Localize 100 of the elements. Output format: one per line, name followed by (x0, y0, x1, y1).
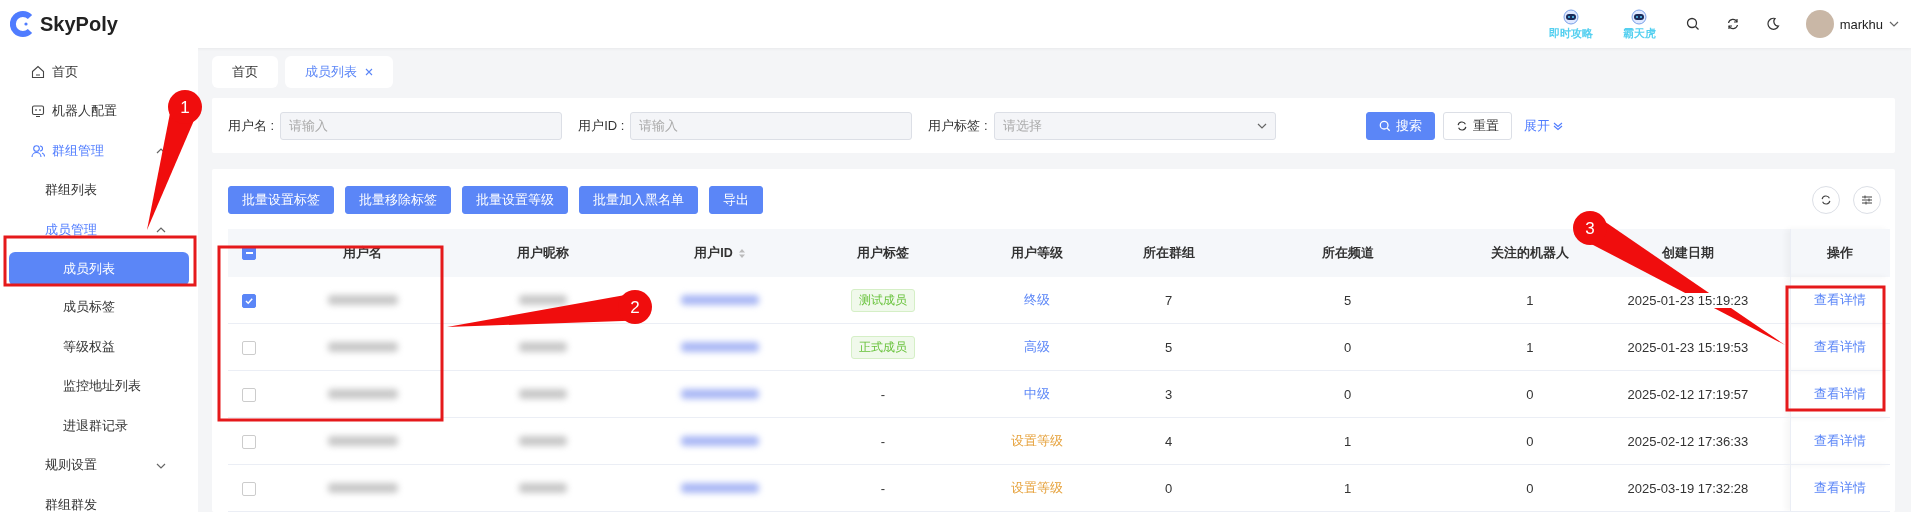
sidebar-item[interactable]: 监控地址列表 (0, 366, 198, 406)
home-icon (31, 64, 45, 79)
blurred-text (327, 294, 398, 305)
table-cell: 1 (1526, 292, 1534, 308)
sidebar-item[interactable]: 成员管理 (0, 210, 97, 250)
close-icon[interactable] (365, 68, 373, 76)
field-label: 用户名 : (228, 116, 275, 135)
user-name[interactable]: markhu (1839, 16, 1883, 32)
blurred-text (327, 435, 398, 446)
checkbox[interactable] (242, 434, 256, 449)
batch-button[interactable]: 批量移除标签 (345, 186, 451, 214)
table-cell: 0 (1344, 386, 1352, 402)
robot-icon (31, 104, 45, 119)
level-link[interactable]: 设置等级 (1010, 433, 1063, 448)
sidebar-item[interactable]: 机器人配置 (0, 91, 117, 131)
blurred-text (327, 388, 398, 399)
details-link[interactable]: 查看详情 (1814, 292, 1867, 307)
blurred-text (518, 341, 567, 352)
blurred-text (518, 482, 567, 493)
blurred-text (518, 435, 567, 446)
banner-label[interactable]: 即时攻略 (1548, 25, 1593, 41)
double-chevron-icon (1552, 120, 1563, 131)
robot-icon (1560, 7, 1581, 26)
table-cell: 2025-01-23 15:19:23 (1625, 292, 1751, 308)
table-cell: 5 (1165, 339, 1173, 355)
table-cell: 7 (1165, 292, 1173, 308)
field-label: 用户标签 : (928, 116, 988, 135)
sidebar-item[interactable]: 首页 (0, 52, 78, 92)
logo-text: SkyPoly (40, 12, 118, 36)
level-link[interactable]: 终级 (1023, 292, 1050, 307)
avatar[interactable] (1805, 10, 1834, 38)
batch-button[interactable]: 批量设置标签 (228, 186, 334, 214)
table-cell: - (880, 386, 886, 402)
blurred-text (518, 388, 567, 399)
table-cell: - (880, 433, 886, 449)
details-link[interactable]: 查看详情 (1814, 480, 1867, 495)
caret-icon (1256, 122, 1267, 129)
level-link[interactable]: 中级 (1023, 386, 1050, 401)
sidebar-item[interactable]: 规则设置 (0, 445, 97, 485)
blurred-text (518, 294, 567, 305)
field-label: 用户ID : (578, 116, 625, 135)
checkbox[interactable] (242, 340, 256, 355)
column-header: 所在频道 (1221, 229, 1474, 277)
table-cell: 3 (1165, 386, 1173, 402)
users-icon (31, 143, 45, 158)
level-link[interactable]: 高级 (1023, 339, 1050, 354)
tag: 正式成员 (850, 335, 915, 359)
select-field[interactable]: 请选择 (993, 111, 1276, 140)
moon-icon[interactable] (1765, 17, 1780, 31)
table-cell: 0 (1344, 339, 1352, 355)
blurred-text (327, 341, 398, 352)
sort-icon[interactable] (737, 247, 746, 259)
caret-icon (1889, 21, 1899, 27)
table-cell: 1 (1344, 433, 1352, 449)
checkbox[interactable] (242, 481, 256, 496)
sidebar-item[interactable]: 群组管理 (0, 131, 104, 171)
robot-icon (1629, 7, 1650, 26)
refresh-icon[interactable] (1725, 17, 1740, 31)
sidebar-item[interactable]: 成员列表 (9, 251, 189, 286)
sidebar-item[interactable]: 群组列表 (0, 170, 97, 210)
tag: 测试成员 (850, 288, 915, 312)
column-header: 用户等级 (958, 229, 1116, 277)
search-icon[interactable] (1685, 17, 1700, 31)
search-button[interactable]: 搜索 (1365, 111, 1435, 140)
sidebar-item[interactable]: 等级权益 (0, 327, 198, 367)
column-header: 用户标签 (807, 229, 959, 277)
table-cell: 4 (1165, 433, 1173, 449)
check-icon (244, 295, 254, 306)
table-cell: 1 (1344, 480, 1352, 496)
batch-button[interactable]: 导出 (709, 186, 763, 214)
blurred-text (327, 482, 398, 493)
search-icon (1378, 119, 1391, 132)
tab[interactable]: 成员列表 (285, 56, 393, 88)
checkbox[interactable] (242, 387, 256, 402)
column-header: 关注的机器人 (1473, 229, 1587, 277)
batch-button[interactable]: 批量加入黑名单 (579, 186, 698, 214)
checkbox[interactable] (242, 293, 256, 308)
table-cell: 0 (1526, 386, 1534, 402)
reset-button[interactable]: 重置 (1442, 111, 1512, 140)
input-field[interactable]: 请输入 (630, 111, 913, 140)
table-cell: 0 (1526, 480, 1534, 496)
table-cell: 1 (1526, 339, 1534, 355)
details-link[interactable]: 查看详情 (1814, 433, 1867, 448)
expand-link[interactable]: 展开 (1519, 116, 1567, 135)
details-link[interactable]: 查看详情 (1814, 386, 1867, 401)
sidebar-item[interactable]: 进退群记录 (0, 406, 198, 446)
details-link[interactable]: 查看详情 (1814, 339, 1867, 354)
batch-button[interactable]: 批量设置等级 (462, 186, 568, 214)
table-cell: 5 (1344, 292, 1352, 308)
column-header: 用户昵称 (453, 229, 633, 277)
column-header[interactable]: 用户ID (632, 229, 808, 277)
tab[interactable]: 首页 (212, 56, 278, 88)
sidebar-item[interactable]: 成员标签 (0, 287, 198, 327)
column-header: 所在群组 (1115, 229, 1222, 277)
input-field[interactable]: 请输入 (280, 111, 563, 140)
column-header: 操作 (1790, 229, 1890, 277)
table-cell: - (880, 480, 886, 496)
level-link[interactable]: 设置等级 (1010, 480, 1063, 495)
sidebar-item[interactable]: 群组群发 (0, 485, 97, 512)
table-cell: 0 (1165, 480, 1173, 496)
